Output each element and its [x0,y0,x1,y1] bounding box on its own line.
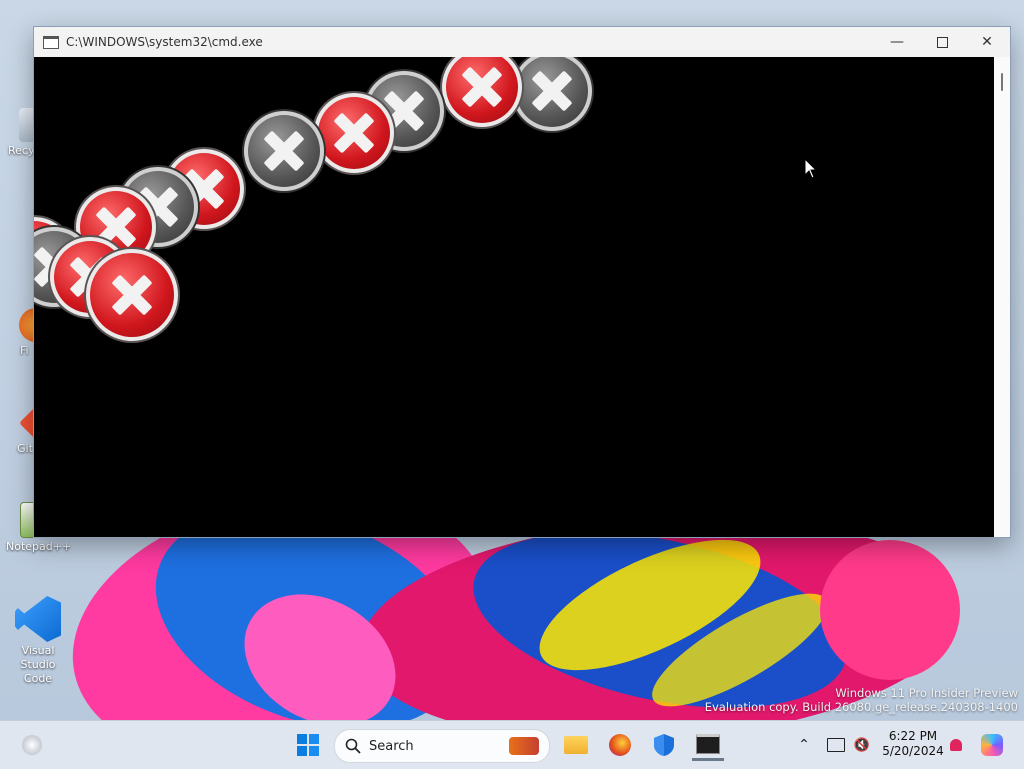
taskbar-terminal[interactable] [692,729,724,761]
notification-bell-icon [950,739,962,751]
vscode-icon [15,596,61,642]
taskbar-windows-security[interactable] [648,729,680,761]
error-icon [442,57,522,127]
network-icon [827,738,845,752]
desktop-icon-label: Notepad++ [6,540,72,553]
weather-widget-icon [22,735,42,755]
chevron-up-icon: ⌃ [798,737,810,753]
search-icon [345,738,361,754]
clock-time: 6:22 PM [888,729,938,743]
notification-center-button[interactable] [940,729,972,761]
search-highlight-icon [509,737,539,755]
terminal-icon [696,733,720,754]
taskbar-file-explorer[interactable] [560,729,592,761]
widgets-button[interactable] [16,729,48,761]
minimize-button[interactable]: — [874,27,920,57]
maximize-button[interactable] [919,27,965,57]
firefox-icon [609,734,631,756]
close-button[interactable]: ✕ [964,27,1010,57]
window-title: C:\WINDOWS\system32\cmd.exe [66,35,263,49]
minimize-icon: — [890,34,904,50]
close-icon: ✕ [981,34,993,50]
mouse-pointer-icon [804,158,818,179]
cmd-window[interactable]: C:\WINDOWS\system32\cmd.exe — ✕ [34,27,1010,537]
error-icon [244,111,324,191]
file-explorer-icon [564,736,588,754]
taskbar: Search ⌃ 🔇 6:22 PM 5/20/2024 [0,720,1024,769]
start-icon [297,734,319,756]
copilot-button[interactable] [976,729,1008,761]
watermark-line-1: Windows 11 Pro Insider Preview [835,686,1018,700]
console-app-icon [43,35,59,49]
volume-button[interactable]: 🔇 [846,729,878,761]
search-label: Search [369,738,414,754]
console-scrollbar[interactable] [994,57,1010,537]
evaluation-watermark: Windows 11 Pro Insider Preview Evaluatio… [705,686,1018,714]
copilot-icon [981,734,1003,756]
taskbar-search-box[interactable]: Search [334,729,550,763]
maximize-icon [936,36,948,48]
taskbar-clock[interactable]: 6:22 PM 5/20/2024 [878,729,948,759]
console-area[interactable] [34,57,994,537]
error-icon [314,93,394,173]
error-icon [512,57,592,131]
start-button[interactable] [292,729,324,761]
show-hidden-icons-button[interactable]: ⌃ [788,729,820,761]
desktop-icon-vscode[interactable]: Visual Studio Code [6,596,70,686]
clock-date: 5/20/2024 [882,744,944,758]
watermark-line-2: Evaluation copy. Build 26080.ge_release.… [704,700,1018,714]
scrollbar-thumb[interactable] [1001,73,1003,91]
volume-muted-icon: 🔇 [853,737,871,753]
error-icon [86,249,178,341]
desktop-icon-label: Visual Studio Code [20,644,56,685]
windows-security-icon [654,734,674,756]
window-titlebar[interactable]: C:\WINDOWS\system32\cmd.exe — ✕ [34,27,1010,57]
taskbar-firefox[interactable] [604,729,636,761]
